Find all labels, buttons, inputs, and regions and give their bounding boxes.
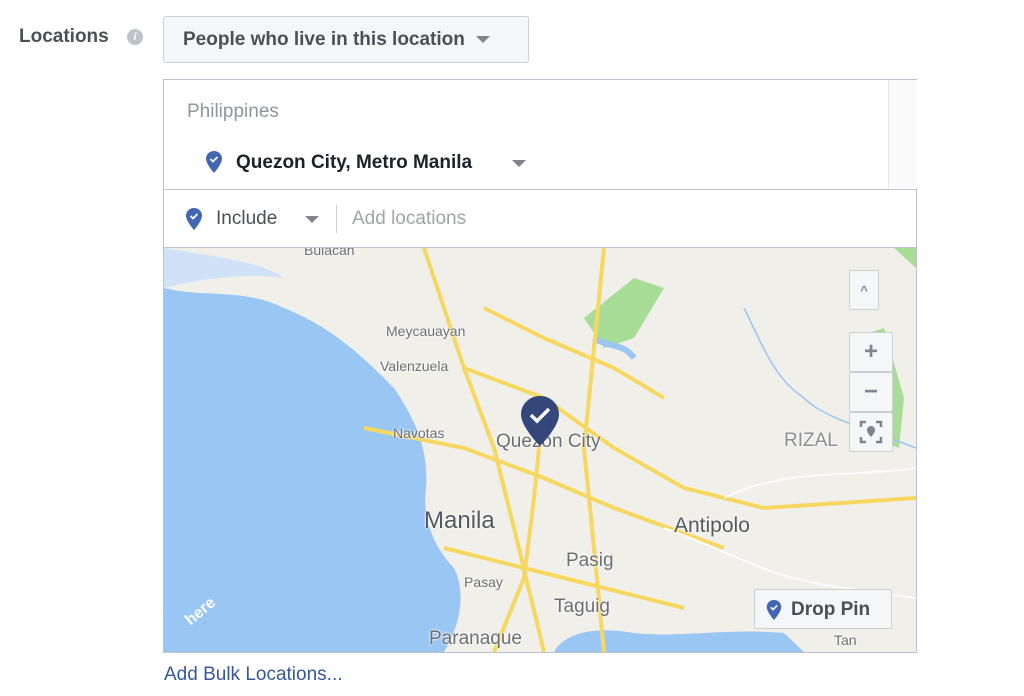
info-icon[interactable]: i xyxy=(127,29,143,45)
location-type-label: People who live in this location xyxy=(183,29,465,50)
map-label-meycauayan: Meycauayan xyxy=(386,323,466,339)
map-label-antipolo: Antipolo xyxy=(674,514,750,537)
map[interactable]: Bulacan Meycauayan Valenzuela Navotas Qu… xyxy=(164,248,916,652)
recenter-button[interactable] xyxy=(849,412,893,452)
map-label-taguig: Taguig xyxy=(554,596,610,617)
location-options-chevron-icon[interactable] xyxy=(512,160,526,167)
locations-label: Locations xyxy=(19,26,109,47)
location-type-dropdown[interactable]: People who live in this location xyxy=(163,16,529,63)
drop-pin-label: Drop Pin xyxy=(791,599,871,620)
add-locations-input[interactable] xyxy=(352,205,872,233)
map-label-bulacan: Bulacan xyxy=(304,248,355,258)
map-marker-icon[interactable] xyxy=(521,396,559,446)
map-label-manila: Manila xyxy=(424,507,495,534)
map-label-pasig: Pasig xyxy=(566,550,614,571)
map-label-rizal: RIZAL xyxy=(784,430,838,451)
zoom-in-button[interactable]: + xyxy=(849,332,893,372)
map-label-tan: Tan xyxy=(834,632,857,648)
chevron-down-icon xyxy=(476,36,491,44)
zoom-out-button[interactable]: − xyxy=(849,372,893,412)
pin-icon xyxy=(766,600,782,620)
add-bulk-locations-link[interactable]: Add Bulk Locations... xyxy=(164,664,343,686)
drop-pin-button[interactable]: Drop Pin xyxy=(754,589,892,629)
map-label-valenzuela: Valenzuela xyxy=(380,358,449,374)
map-label-pasay: Pasay xyxy=(464,574,503,590)
include-chevron-icon[interactable] xyxy=(305,216,319,223)
divider xyxy=(164,189,916,190)
map-label-navotas: Navotas xyxy=(393,425,445,441)
include-pin-icon xyxy=(186,208,202,230)
recenter-icon xyxy=(859,420,883,444)
country-heading: Philippines xyxy=(187,101,279,122)
selected-location[interactable]: Quezon City, Metro Manila xyxy=(236,152,472,174)
include-dropdown[interactable]: Include xyxy=(216,208,277,230)
location-pin-icon xyxy=(206,151,222,173)
divider xyxy=(336,205,337,233)
map-collapse-button[interactable]: ^ xyxy=(849,270,879,310)
map-label-paranaque: Paranaque xyxy=(429,628,522,649)
selected-list-scrollbar[interactable] xyxy=(888,80,917,188)
